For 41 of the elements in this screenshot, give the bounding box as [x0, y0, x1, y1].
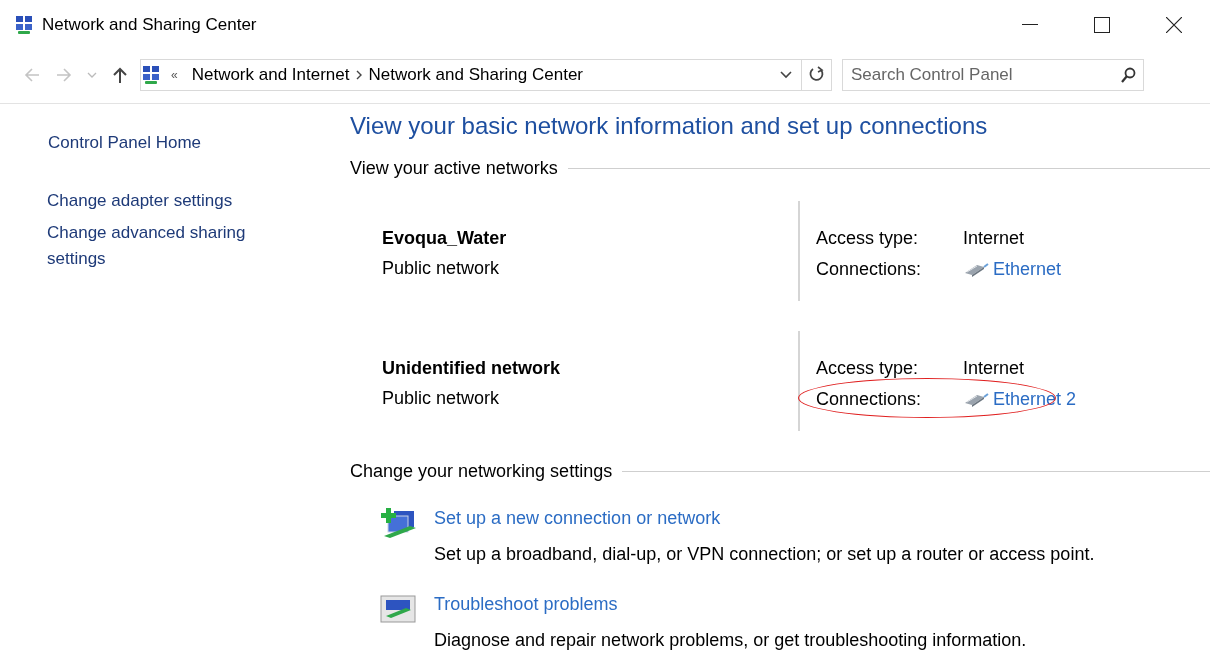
address-field[interactable]: « Network and Internet Network and Sharing Center [140, 59, 832, 91]
new-network-icon [380, 506, 418, 540]
field-value: Internet [963, 357, 1025, 380]
ethernet-icon [963, 391, 989, 408]
task-description: Diagnose and repair network problems, or get troubleshooting information. [434, 629, 1027, 652]
field-label: Connections: [816, 258, 923, 281]
field-value: Internet [963, 227, 1025, 250]
page-heading: View your basic network information and set up connections [350, 112, 989, 140]
chevron-icon [355, 70, 363, 80]
sidebar-link[interactable]: Change adapter settings [47, 188, 287, 214]
sidebar-link[interactable]: Change advanced sharing settings [47, 220, 287, 272]
maximize-icon[interactable] [1094, 17, 1110, 33]
sidebar-link[interactable]: Control Panel Home [48, 130, 288, 156]
network-icon [141, 65, 161, 85]
field-label: Connections: [816, 388, 923, 411]
task-description: Set up a broadband, dial-up, or VPN connection; or set up a router or access point. [434, 543, 1095, 566]
troubleshoot-icon [380, 592, 418, 626]
section-title: Change your networking settings [350, 461, 613, 482]
breadcrumb[interactable]: Network and Sharing Center [362, 65, 589, 85]
network-icon [14, 15, 34, 35]
overflow-chevron[interactable]: « [171, 68, 178, 82]
search-field[interactable]: Search Control Panel [842, 59, 1144, 91]
field-label: Access type: [816, 357, 920, 380]
refresh-icon[interactable] [807, 66, 826, 84]
network-category: Public network [382, 257, 501, 280]
network-name: Evoqua_Water [382, 227, 508, 250]
field-label: Access type: [816, 227, 920, 250]
network-name: Unidentified network [382, 357, 561, 380]
section-title: View your active networks [350, 158, 558, 179]
connection-link[interactable]: Ethernet [993, 254, 1062, 285]
up-arrow-icon[interactable] [111, 66, 129, 84]
network-category: Public network [382, 387, 501, 410]
close-icon[interactable] [1166, 17, 1182, 33]
breadcrumb[interactable]: Network and Internet [185, 65, 356, 85]
connection-link[interactable]: Ethernet 2 [993, 384, 1077, 415]
search-icon [1120, 67, 1136, 83]
chevron-down-icon[interactable] [780, 71, 792, 79]
task-link[interactable]: Set up a new connection or network [434, 508, 721, 528]
task-link[interactable]: Troubleshoot problems [434, 594, 618, 614]
window-title: Network and Sharing Center [42, 15, 258, 35]
ethernet-icon [963, 261, 989, 278]
